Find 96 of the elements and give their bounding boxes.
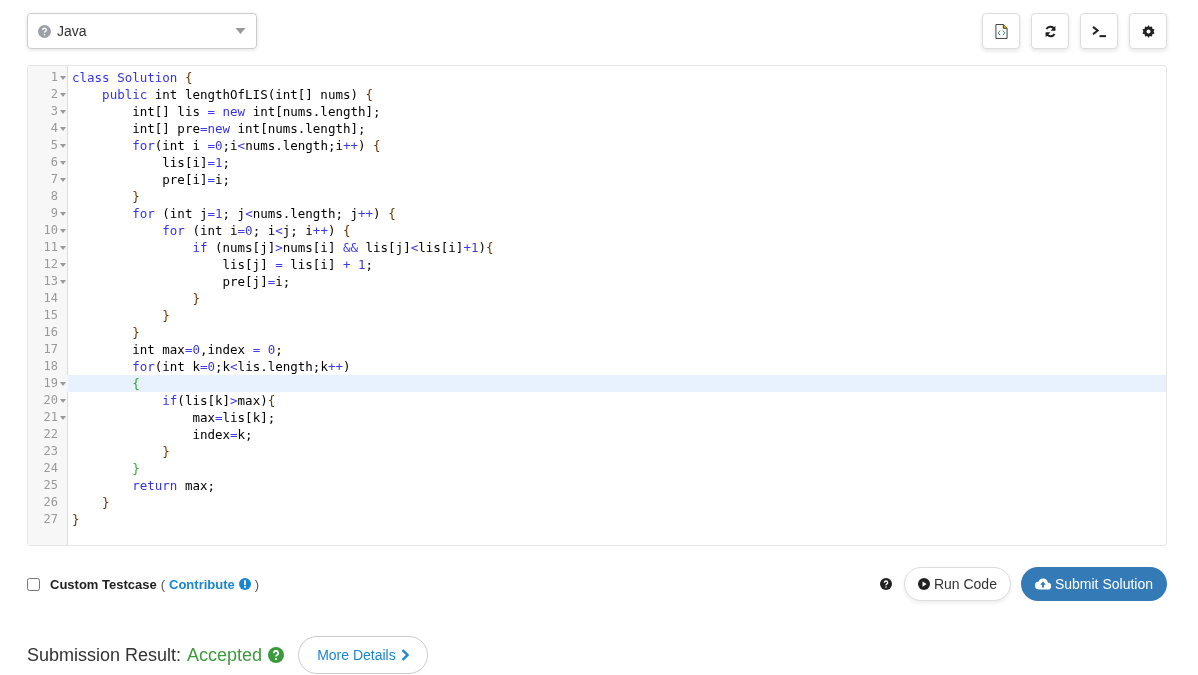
paren-text: ) bbox=[254, 576, 260, 592]
code-line: lis[j] = lis[i] + 1; bbox=[221, 256, 374, 273]
terminal-icon bbox=[1091, 24, 1107, 38]
code-line: int[] lis = new int[nums.length]; bbox=[131, 103, 381, 120]
console-button[interactable] bbox=[1080, 13, 1118, 49]
code-line: lis[i]=1; bbox=[161, 154, 231, 171]
line-number: 26 bbox=[43, 494, 58, 511]
line-number: 10 bbox=[43, 222, 58, 239]
code-line: for(int k=0;k<lis.length;k++) bbox=[131, 358, 351, 375]
code-line: } bbox=[131, 460, 140, 477]
line-number: 22 bbox=[43, 426, 58, 443]
fold-arrow-icon[interactable] bbox=[60, 262, 66, 267]
line-number: 5 bbox=[50, 137, 58, 154]
play-icon bbox=[917, 578, 930, 590]
code-file-icon bbox=[994, 23, 1008, 39]
line-number: 20 bbox=[43, 392, 58, 409]
code-line: } bbox=[131, 324, 140, 341]
code-line: int[] pre=new int[nums.length]; bbox=[131, 120, 366, 137]
code-line: pre[i]=i; bbox=[161, 171, 231, 188]
line-number: 27 bbox=[43, 511, 58, 528]
reset-button[interactable] bbox=[1031, 13, 1069, 49]
help-icon[interactable] bbox=[879, 578, 892, 590]
line-number: 11 bbox=[43, 239, 58, 256]
code-line: int max=0,index = 0; bbox=[131, 341, 283, 358]
line-number: 1 bbox=[50, 69, 58, 86]
fold-arrow-icon[interactable] bbox=[60, 415, 66, 420]
fold-arrow-icon[interactable] bbox=[60, 228, 66, 233]
line-number: 9 bbox=[50, 205, 58, 222]
code-line: } bbox=[161, 307, 170, 324]
line-number: 14 bbox=[43, 290, 58, 307]
code-line: } bbox=[101, 494, 110, 511]
code-line: for(int i =0;i<nums.length;i++) { bbox=[131, 137, 381, 154]
settings-button[interactable] bbox=[1129, 13, 1167, 49]
chevron-right-icon bbox=[400, 649, 409, 661]
submission-result-label: Submission Result: bbox=[27, 644, 182, 666]
code-line: return max; bbox=[131, 477, 215, 494]
more-details-button[interactable]: More Details bbox=[298, 636, 428, 674]
question-icon[interactable] bbox=[268, 647, 285, 663]
fold-arrow-icon[interactable] bbox=[60, 160, 66, 165]
line-number: 8 bbox=[50, 188, 58, 205]
code-line: public int lengthOfLIS(int[] nums) { bbox=[101, 86, 374, 103]
code-line: } bbox=[131, 188, 140, 205]
code-file-button[interactable] bbox=[982, 13, 1020, 49]
line-number: 4 bbox=[50, 120, 58, 137]
fold-arrow-icon[interactable] bbox=[60, 177, 66, 182]
code-line: max=lis[k]; bbox=[191, 409, 276, 426]
line-number: 13 bbox=[43, 273, 58, 290]
submit-solution-button[interactable]: Submit Solution bbox=[1020, 567, 1167, 601]
settings-icon bbox=[1141, 24, 1155, 38]
language-select[interactable]: Java bbox=[27, 13, 257, 49]
info-icon bbox=[238, 578, 251, 590]
line-number: 18 bbox=[43, 358, 58, 375]
question-icon bbox=[38, 24, 51, 38]
fold-arrow-icon[interactable] bbox=[60, 381, 66, 386]
line-number: 15 bbox=[43, 307, 58, 324]
line-number: 12 bbox=[43, 256, 58, 273]
caret-icon bbox=[235, 28, 246, 34]
fold-arrow-icon[interactable] bbox=[60, 143, 66, 148]
line-number: 6 bbox=[50, 154, 58, 171]
code-line: class Solution { bbox=[71, 69, 193, 86]
code-line: } bbox=[191, 290, 200, 307]
line-number: 3 bbox=[50, 103, 58, 120]
result-status: Accepted bbox=[187, 644, 263, 666]
code-line: for (int j=1; j<nums.length; j++) { bbox=[131, 205, 396, 222]
fold-arrow-icon[interactable] bbox=[60, 211, 66, 216]
refresh-icon bbox=[1043, 24, 1057, 38]
custom-testcase-label: Custom Testcase bbox=[50, 576, 157, 592]
line-number: 2 bbox=[50, 86, 58, 103]
fold-arrow-icon[interactable] bbox=[60, 398, 66, 403]
code-line: { bbox=[131, 375, 140, 392]
line-number: 24 bbox=[43, 460, 58, 477]
code-line: for (int i=0; i<j; i++) { bbox=[161, 222, 351, 239]
line-number: 21 bbox=[43, 409, 58, 426]
run-code-button[interactable]: Run Code bbox=[903, 567, 1011, 601]
fold-arrow-icon[interactable] bbox=[60, 279, 66, 284]
custom-testcase-checkbox[interactable] bbox=[27, 577, 40, 591]
line-number: 23 bbox=[43, 443, 58, 460]
code-line: if(lis[k]>max){ bbox=[161, 392, 276, 409]
line-number: 7 bbox=[50, 171, 58, 188]
code-line: index=k; bbox=[191, 426, 253, 443]
line-number: 19 bbox=[43, 375, 58, 392]
code-line: } bbox=[161, 443, 170, 460]
cloud-upload-icon bbox=[1034, 578, 1051, 590]
fold-arrow-icon[interactable] bbox=[60, 75, 66, 80]
line-number: 16 bbox=[43, 324, 58, 341]
code-line: if (nums[j]>nums[i] && lis[j]<lis[i]+1){ bbox=[191, 239, 494, 256]
line-number: 17 bbox=[43, 341, 58, 358]
line-number: 25 bbox=[43, 477, 58, 494]
fold-arrow-icon[interactable] bbox=[60, 126, 66, 131]
fold-arrow-icon[interactable] bbox=[60, 92, 66, 97]
fold-arrow-icon[interactable] bbox=[60, 109, 66, 114]
fold-arrow-icon[interactable] bbox=[60, 245, 66, 250]
code-line: pre[j]=i; bbox=[221, 273, 291, 290]
paren-text: ( bbox=[160, 576, 166, 592]
code-line: } bbox=[71, 511, 80, 528]
contribute-link[interactable]: Contribute bbox=[169, 576, 235, 592]
